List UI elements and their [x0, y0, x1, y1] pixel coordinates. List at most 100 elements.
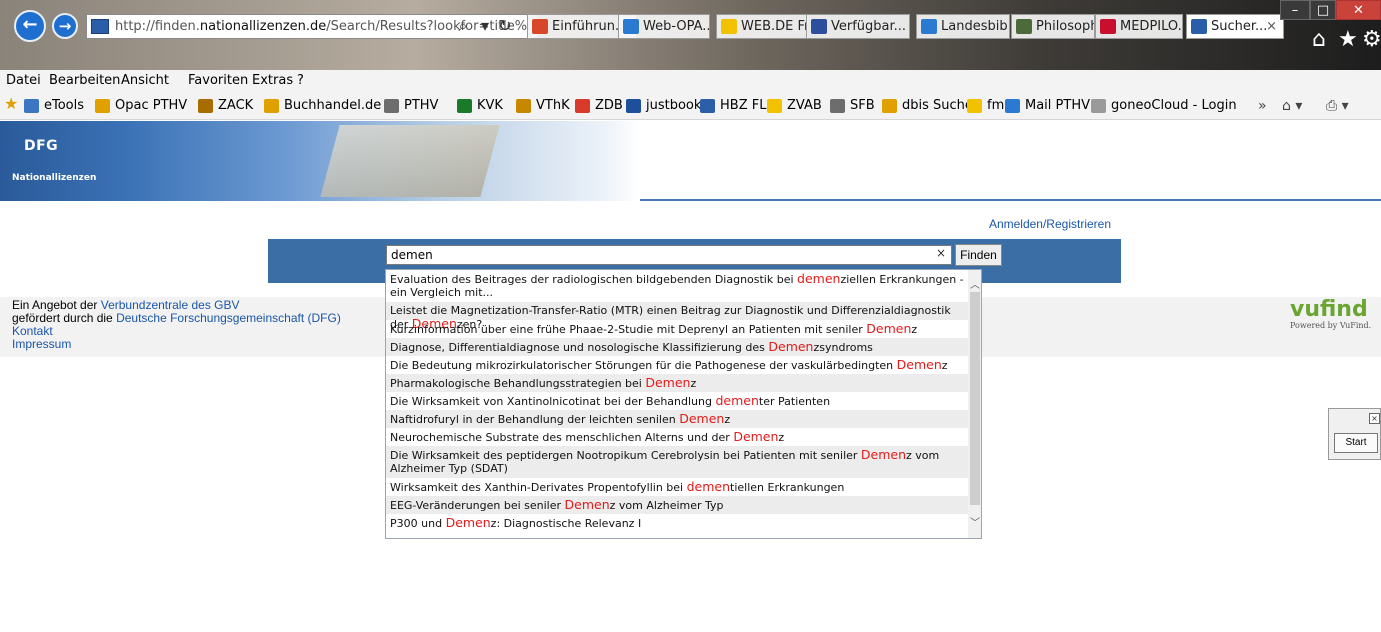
dfg-logo[interactable]: DFG — [24, 138, 58, 154]
favorite-link[interactable]: fm — [967, 92, 1004, 120]
impressum-link[interactable]: Impressum — [12, 337, 71, 351]
login-register-link[interactable]: Anmelden/Registrieren — [989, 217, 1111, 231]
browser-tab[interactable]: Sucher... × — [1186, 14, 1284, 39]
minimize-button[interactable]: – — [1280, 0, 1310, 20]
favorite-label: HBZ FL — [720, 98, 767, 113]
suggestion-item[interactable]: Leistet die Magnetization-Transfer-Ratio… — [386, 302, 968, 331]
browser-tab[interactable]: Web-OPA... — [618, 14, 710, 39]
suggestion-item[interactable]: Die Wirksamkeit des peptidergen Nootropi… — [386, 446, 968, 478]
favorite-link[interactable]: KVK — [457, 92, 503, 120]
favorites-star-icon[interactable]: ★ — [1338, 28, 1358, 52]
search-icon[interactable]: ⌕ — [452, 13, 474, 39]
gbv-link[interactable]: Verbundzentrale des GBV — [101, 298, 240, 312]
tab-label: Web-OPA... — [643, 19, 710, 34]
window-close-button[interactable]: ✕ — [1336, 0, 1381, 20]
favorite-link[interactable]: ZDB — [575, 92, 623, 120]
add-favorite-star-icon[interactable]: ★ — [4, 96, 20, 112]
dropdown-icon[interactable]: ▾ — [474, 13, 496, 39]
suggestion-item[interactable]: Die Wirksamkeit von Xantinolnicotinat be… — [386, 392, 968, 410]
suggestion-item[interactable]: Evaluation des Beitrages der radiologisc… — [386, 270, 968, 302]
favorite-label: VThK — [536, 98, 570, 113]
suggestion-text: Diagnose, Differentialdiagnose und nosol… — [390, 341, 769, 354]
tab-favicon-icon — [532, 19, 548, 34]
menu-item[interactable]: Extras — [252, 70, 293, 92]
scroll-down-icon[interactable]: ﹀ — [968, 514, 981, 529]
floating-widget: × Start — [1328, 408, 1381, 460]
suggestion-item[interactable]: Die Bedeutung mikrozirkulatorischer Stör… — [386, 356, 968, 374]
favorite-label: Opac PTHV — [115, 98, 188, 113]
suggestion-item[interactable]: Naftidrofuryl in der Behandlung der leic… — [386, 410, 968, 428]
favorite-link[interactable]: Buchhandel.de — [264, 92, 381, 120]
suggestion-highlight: Demen — [866, 321, 912, 336]
favorite-link[interactable]: justbooks — [626, 92, 708, 120]
tab-close-icon[interactable]: × — [1266, 15, 1277, 38]
suggestion-item[interactable]: Pharmakologische Behandlungsstrategien b… — [386, 374, 968, 392]
dfg-link[interactable]: Deutsche Forschungsgemeinschaft (DFG) — [116, 311, 341, 325]
refresh-icon[interactable]: ↻ — [494, 13, 516, 39]
tab-label: Philosophi... — [1036, 19, 1094, 34]
menu-item[interactable]: Bearbeiten — [49, 70, 120, 92]
browser-tab[interactable]: WEB.DE Fr... — [716, 14, 808, 39]
forward-button[interactable]: → — [52, 13, 78, 39]
banner-book-image — [320, 125, 500, 197]
footer-provider-text: Ein Angebot der — [12, 298, 101, 312]
favorite-link[interactable]: ZACK — [198, 92, 253, 120]
suggestion-highlight: demen — [715, 393, 759, 408]
favorite-label: Mail PTHV — [1025, 98, 1090, 113]
menu-item[interactable]: Ansicht — [121, 70, 169, 92]
more-favorites-chevron-icon[interactable]: » — [1258, 92, 1267, 120]
suggestion-item[interactable]: EEG-Veränderungen bei seniler Demenz vom… — [386, 496, 968, 514]
suggestion-text-rest: z — [941, 359, 948, 372]
vufind-powered-text: Powered by VuFind. — [1290, 321, 1372, 330]
browser-tab[interactable]: Landesbib... — [916, 14, 1010, 39]
suggestion-text: EEG-Veränderungen bei seniler — [390, 499, 565, 512]
suggestion-text-rest: tiellen Erkrankungen — [730, 481, 845, 494]
suggestion-item[interactable]: P300 und Demenz: Diagnostische Relevanz … — [386, 514, 968, 532]
favorite-link[interactable]: HBZ FL — [700, 92, 766, 120]
favorite-link[interactable]: Mail PTHV — [1005, 92, 1090, 120]
suggestion-highlight: Demen — [733, 429, 779, 444]
vufind-logo[interactable]: vufind Powered by VuFind. — [1290, 299, 1376, 337]
clear-search-icon[interactable]: × — [936, 246, 946, 260]
print-icon[interactable]: ⎙ ▾ — [1326, 92, 1349, 120]
tab-label: Sucher... — [1211, 19, 1268, 34]
favorite-link[interactable]: goneoCloud - Login — [1091, 92, 1237, 120]
suggestion-text-rest: z: Diagnostische Relevanz I — [490, 517, 642, 530]
browser-tab[interactable]: Verfügbar... — [806, 14, 910, 39]
favorite-link[interactable]: Opac PTHV — [95, 92, 187, 120]
favorite-link[interactable]: eTools — [24, 92, 84, 120]
favorite-icon — [457, 99, 472, 113]
home-page-icon[interactable]: ⌂ ▾ — [1282, 92, 1302, 120]
kontakt-link[interactable]: Kontakt — [12, 324, 53, 338]
search-input[interactable]: demen — [386, 245, 952, 265]
suggestion-text-rest: z vom Alzheimer Typ — [609, 499, 724, 512]
menu-item[interactable]: Datei — [6, 70, 41, 92]
favorite-link[interactable]: ZVAB — [767, 92, 822, 120]
scroll-up-icon[interactable]: ︿ — [968, 276, 981, 291]
home-icon[interactable]: ⌂ — [1312, 28, 1326, 52]
maximize-button[interactable]: □ — [1310, 0, 1336, 20]
scrollbar-thumb[interactable] — [970, 292, 980, 505]
back-button[interactable]: ← — [14, 10, 46, 42]
favorite-icon — [830, 99, 845, 113]
widget-close-icon[interactable]: × — [1369, 413, 1380, 424]
browser-tab[interactable]: Philosophi... — [1011, 14, 1095, 39]
autocomplete-dropdown: Evaluation des Beitrages der radiologisc… — [385, 269, 982, 539]
menu-item[interactable]: ? — [297, 70, 304, 92]
suggestion-item[interactable]: Wirksamkeit des Xanthin-Derivates Propen… — [386, 478, 968, 496]
suggestion-item[interactable]: Neurochemische Substrate des menschliche… — [386, 428, 968, 446]
favorite-link[interactable]: dbis Suche — [882, 92, 973, 120]
suggestion-highlight: demen — [797, 271, 841, 286]
favorite-link[interactable]: VThK — [516, 92, 570, 120]
favorite-link[interactable]: PTHV — [384, 92, 438, 120]
find-button[interactable]: Finden — [955, 244, 1002, 266]
settings-gear-icon[interactable]: ⚙ — [1362, 28, 1381, 52]
widget-start-button[interactable]: Start — [1334, 433, 1378, 453]
menu-item[interactable]: Favoriten — [188, 70, 248, 92]
favorite-link[interactable]: SFB — [830, 92, 875, 120]
suggestion-item[interactable]: Diagnose, Differentialdiagnose und nosol… — [386, 338, 968, 356]
suggestion-item[interactable]: Kurzinformation über eine frühe Phaae-2-… — [386, 320, 968, 338]
browser-tab[interactable]: MEDPILO... — [1095, 14, 1183, 39]
suggestion-text-rest: z — [911, 323, 918, 336]
tab-favicon-icon — [721, 19, 737, 34]
